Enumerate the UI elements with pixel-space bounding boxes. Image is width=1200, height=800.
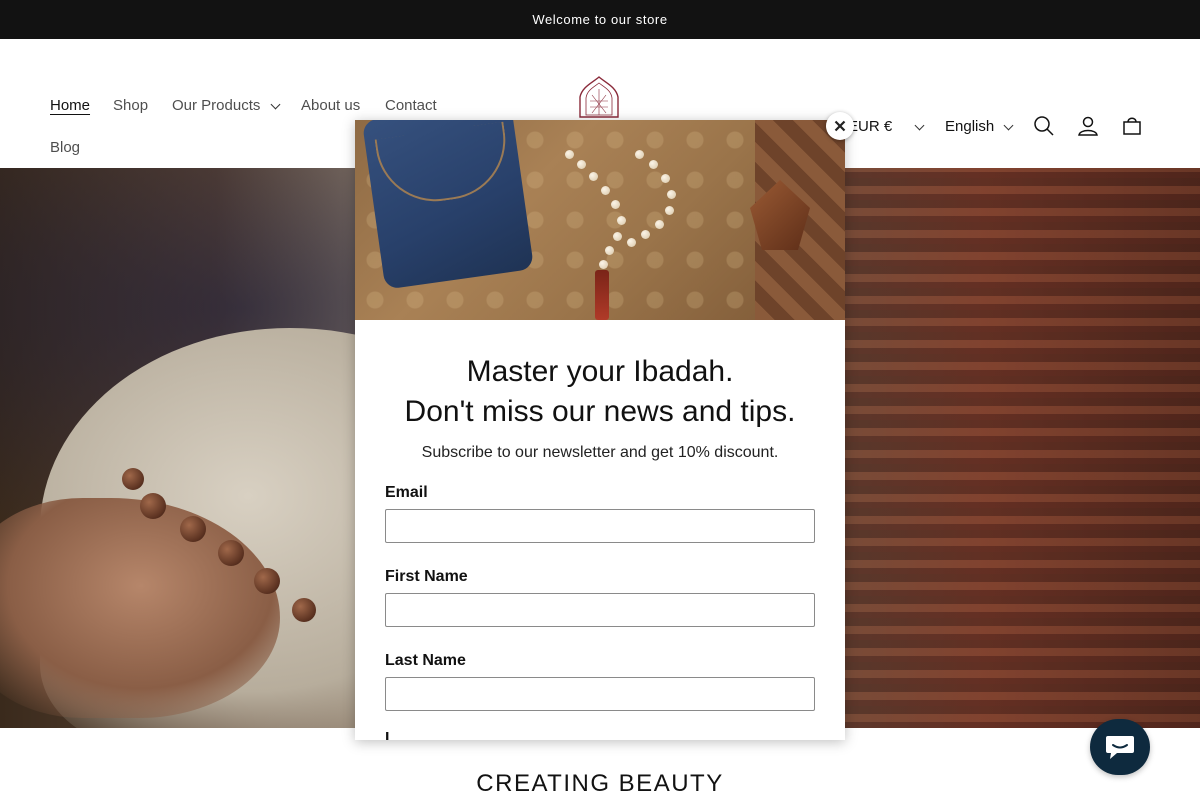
last-name-label: Last Name <box>385 652 466 669</box>
announcement-bar: Welcome to our store <box>0 0 1200 39</box>
nav-contact[interactable]: Contact <box>385 97 437 114</box>
nav-shop[interactable]: Shop <box>113 97 148 114</box>
currency-selector[interactable]: EUR € <box>848 118 892 135</box>
language-value: English <box>945 118 995 135</box>
chat-icon <box>1106 736 1134 759</box>
close-icon <box>834 120 846 132</box>
first-name-field[interactable] <box>385 593 815 627</box>
last-name-field[interactable] <box>385 677 815 711</box>
close-popup-button[interactable] <box>826 112 854 140</box>
logo-mark-icon <box>579 76 619 118</box>
chevron-down-icon <box>1003 120 1014 131</box>
nav-about[interactable]: About us <box>301 97 360 114</box>
popup-product-image <box>355 120 845 320</box>
announcement-text: Welcome to our store <box>532 12 668 27</box>
chevron-down-icon <box>270 99 281 110</box>
language-selector[interactable]: English <box>945 118 994 135</box>
chevron-down-icon <box>914 120 925 131</box>
store-logo[interactable] <box>576 75 622 119</box>
popup-headline: Master your Ibadah. Don't miss our news … <box>355 352 845 432</box>
newsletter-popup: Master your Ibadah. Don't miss our news … <box>355 120 845 740</box>
popup-headline-line1: Master your Ibadah. <box>466 355 734 388</box>
email-label: Email <box>385 484 428 501</box>
search-button[interactable] <box>1024 106 1064 146</box>
cart-icon <box>1123 117 1141 135</box>
currency-value: EUR € <box>848 118 893 135</box>
search-icon <box>1034 116 1054 136</box>
next-field-label: L <box>385 730 395 740</box>
nav-our-products[interactable]: Our Products <box>172 97 260 114</box>
account-button[interactable] <box>1068 106 1108 146</box>
popup-subtext: Subscribe to our newsletter and get 10% … <box>421 444 779 461</box>
section-title: CREATING BEAUTY <box>476 770 724 797</box>
nav-blog[interactable]: Blog <box>50 139 80 156</box>
email-field[interactable] <box>385 509 815 543</box>
cart-button[interactable] <box>1112 106 1152 146</box>
first-name-label: First Name <box>385 568 468 585</box>
nav-home[interactable]: Home <box>50 97 90 114</box>
account-icon <box>1078 116 1098 136</box>
chat-button[interactable] <box>1090 719 1150 775</box>
popup-headline-line2: Don't miss our news and tips. <box>404 395 796 428</box>
